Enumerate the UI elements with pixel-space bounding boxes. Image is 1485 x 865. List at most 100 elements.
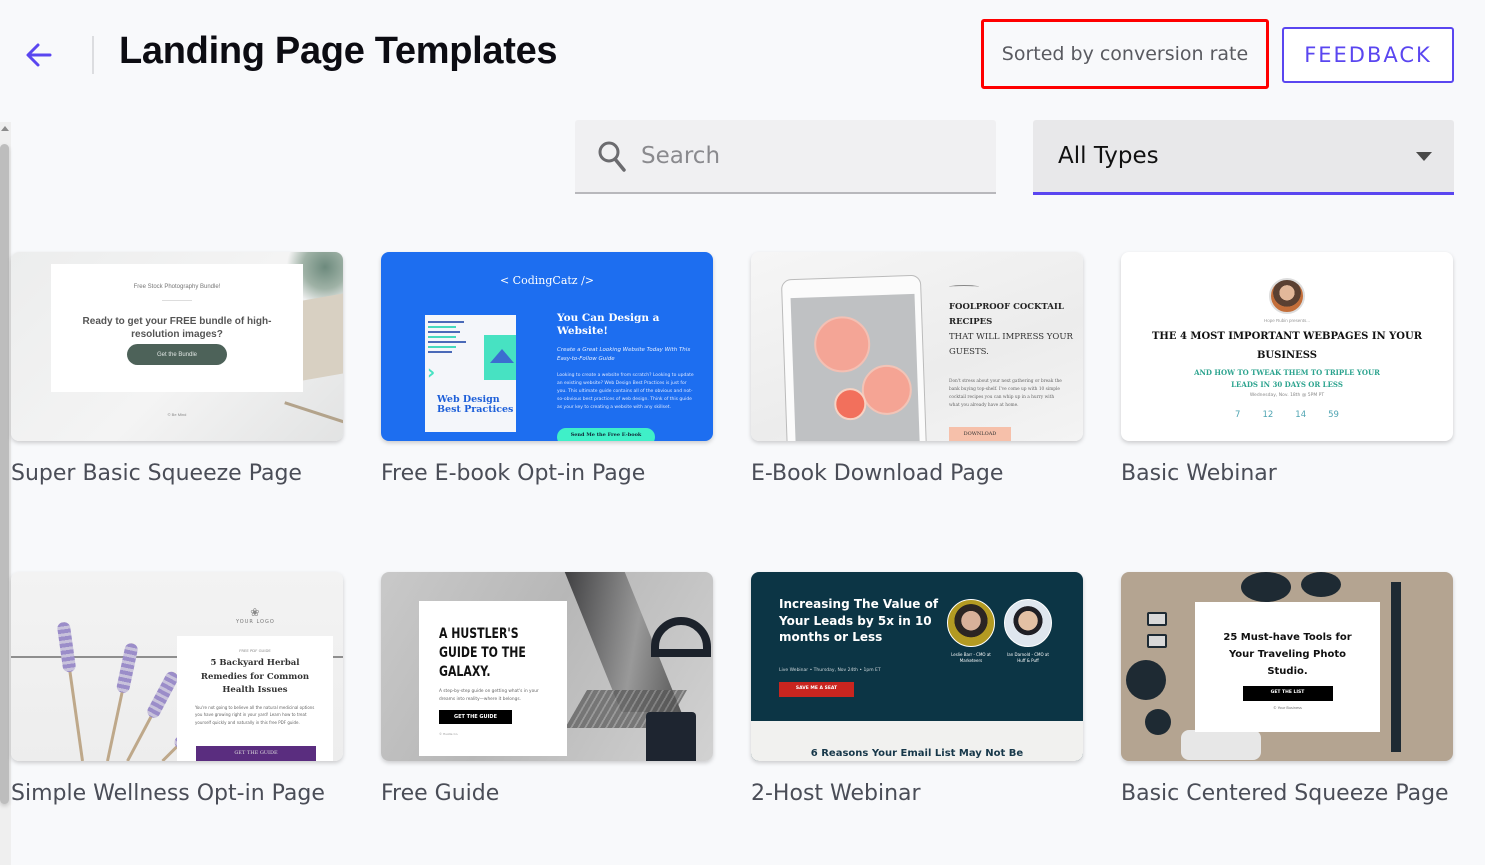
countdown-value: 12 [1262, 410, 1274, 420]
template-thumbnail[interactable]: ❀ YOUR LOGO FREE PDF GUIDE 5 Backyard Her… [11, 572, 343, 761]
template-thumbnail[interactable]: Increasing The Value of Your Leads by 5x… [751, 572, 1083, 761]
lens-cap-image [1145, 709, 1171, 735]
template-name[interactable]: 2-Host Webinar [751, 781, 921, 806]
preview-headline: THE 4 MOST IMPORTANT WEBPAGES IN YOUR BU… [1151, 331, 1423, 361]
preview-body: Don't stress about your next gathering o… [949, 379, 1062, 408]
preview-footer: © Be Mind [167, 412, 187, 417]
preview-footer: © Hustle Co. [439, 732, 459, 736]
preview-cta: Send Me the Free E-book [557, 428, 655, 441]
preview-headline: 25 Must-have Tools for Your Traveling Ph… [1223, 632, 1352, 677]
countdown-value: 59 [1328, 410, 1339, 420]
template-name[interactable]: Basic Webinar [1121, 461, 1277, 486]
header-divider [92, 36, 94, 74]
preview-cta: GET THE LIST [1242, 686, 1333, 701]
caret-down-icon [1416, 151, 1432, 161]
page-scrollbar[interactable] [0, 122, 11, 865]
countdown-value: 7 [1235, 410, 1241, 420]
preview-section-title: 6 Reasons Your Email List May Not Be [810, 748, 1024, 759]
template-thumbnail[interactable]: < CodingCatz /> › Web Design Best Practi… [381, 252, 713, 441]
preview-brand: < CodingCatz /> [499, 274, 595, 287]
back-button[interactable] [22, 38, 56, 72]
mug-image [646, 712, 696, 761]
scrollbar-thumb[interactable] [0, 144, 9, 804]
preview-kicker: Free Stock Photography Bundle! [133, 284, 221, 290]
preview-headline: Ready to get your FREE bundle of high-re… [82, 316, 272, 340]
preview-content-box: A HUSTLER'S GUIDE TO THE GALAXY. A step-… [419, 601, 567, 756]
lens-image [1241, 572, 1291, 602]
template-card[interactable]: A HUSTLER'S GUIDE TO THE GALAXY. A step-… [381, 572, 713, 806]
template-name[interactable]: Simple Wellness Opt-in Page [11, 781, 325, 806]
template-card[interactable]: Hope Rubin presents... THE 4 MOST IMPORT… [1121, 252, 1453, 486]
preview-cta: Get the Bundle [127, 344, 227, 365]
template-card[interactable]: Increasing The Value of Your Leads by 5x… [751, 572, 1083, 806]
preview-body: A step-by-step guide on getting what's i… [439, 689, 539, 702]
tablet-image [780, 274, 928, 441]
preview-headline: 5 Backyard Herbal Remedies for Common He… [200, 658, 310, 695]
stabilizer-image [1391, 582, 1401, 752]
preview-divider [162, 300, 192, 301]
preview-section: 6 Reasons Your Email List May Not Be [751, 721, 1083, 761]
lavender-decoration [61, 622, 84, 761]
camera-image [1147, 634, 1167, 648]
arrow-left-icon [26, 43, 52, 67]
template-card[interactable]: < CodingCatz /> › Web Design Best Practi… [381, 252, 713, 486]
preview-body: You're not going to believe all the natu… [195, 704, 315, 725]
preview-body: Looking to create a website from scratch… [557, 373, 694, 410]
host-name: Ian Darnold - CMO at Huff & Puff [1007, 652, 1049, 663]
preview-headline: You Can Design a Website! [557, 312, 660, 337]
preview-cta: DOWNLOAD [949, 427, 1011, 441]
lens-image [1126, 660, 1166, 700]
presenter-avatar [1269, 278, 1305, 314]
preview-headline: A HUSTLER'S GUIDE TO THE GALAXY. [439, 626, 526, 680]
preview-presenter: Hope Rubin presents... [1263, 318, 1311, 323]
template-card[interactable]: ❀ YOUR LOGO FREE PDF GUIDE 5 Backyard Her… [11, 572, 343, 806]
camera-image [1147, 612, 1167, 626]
preview-headline: Increasing The Value of Your Leads by 5x… [779, 597, 939, 644]
notebook-decoration [303, 293, 343, 381]
template-card[interactable]: 25 Must-have Tools for Your Traveling Ph… [1121, 572, 1453, 806]
template-name[interactable]: Free E-book Opt-in Page [381, 461, 645, 486]
template-thumbnail[interactable]: Free Stock Photography Bundle! Ready to … [11, 252, 343, 441]
preview-book-title: Web Design Best Practices [437, 394, 514, 415]
lotus-icon: ❀ [250, 606, 261, 619]
preview-headline: FOOLPROOF COCKTAIL RECIPES THAT WILL IMPR… [949, 302, 1073, 357]
template-name[interactable]: Free Guide [381, 781, 499, 806]
preview-content-box: Free Stock Photography Bundle! Ready to … [51, 264, 303, 392]
template-card[interactable]: Free Stock Photography Bundle! Ready to … [11, 252, 343, 486]
type-select[interactable]: All Types [1033, 120, 1454, 195]
ornament-icon [949, 285, 979, 289]
template-thumbnail[interactable]: A HUSTLER'S GUIDE TO THE GALAXY. A step-… [381, 572, 713, 761]
template-card[interactable]: FOOLPROOF COCKTAIL RECIPES THAT WILL IMPR… [751, 252, 1083, 486]
host-avatar [947, 599, 995, 647]
headphones-image [651, 617, 711, 657]
page-title: Landing Page Templates [119, 30, 558, 72]
search-field[interactable] [575, 120, 996, 194]
template-name[interactable]: Basic Centered Squeeze Page [1121, 781, 1449, 806]
type-select-value: All Types [1058, 143, 1159, 169]
preview-content-box: 25 Must-have Tools for Your Traveling Ph… [1195, 602, 1380, 732]
search-input[interactable] [641, 143, 961, 169]
preview-countdown: 7 12 14 59 [1121, 410, 1453, 420]
template-thumbnail[interactable]: Hope Rubin presents... THE 4 MOST IMPORT… [1121, 252, 1453, 441]
preview-content-box: FREE PDF GUIDE 5 Backyard Herbal Remedie… [177, 636, 333, 761]
lavender-decoration [126, 672, 176, 761]
lavender-decoration [106, 643, 134, 761]
preview-kicker: FREE PDF GUIDE [239, 648, 271, 653]
preview-logo: ❀ YOUR LOGO [236, 606, 275, 625]
scroll-up-arrow-icon[interactable] [0, 122, 10, 132]
host-avatar [1004, 599, 1052, 647]
preview-subheadline: Create a Great Looking Website Today Wit… [557, 347, 691, 362]
feedback-button[interactable]: FEEDBACK [1282, 27, 1454, 83]
preview-date: Wednesday, Nov. 18th @ 5PM PT [1249, 393, 1325, 398]
template-name[interactable]: Super Basic Squeeze Page [11, 461, 302, 486]
template-thumbnail[interactable]: 25 Must-have Tools for Your Traveling Ph… [1121, 572, 1453, 761]
template-thumbnail[interactable]: FOOLPROOF COCKTAIL RECIPES THAT WILL IMPR… [751, 252, 1083, 441]
preview-footer: © Your Business [1273, 706, 1302, 710]
sort-indicator: Sorted by conversion rate [981, 19, 1269, 89]
preview-meta: Live Webinar • Thursday, Nov 24th • 1pm … [779, 668, 881, 673]
host-name: Leslie Barr - CMO at Marketeers [951, 652, 991, 663]
countdown-value: 14 [1295, 410, 1307, 420]
preview-cta: GET THE GUIDE [196, 746, 316, 761]
preview-cta: GET THE GUIDE [439, 710, 512, 724]
template-name[interactable]: E-Book Download Page [751, 461, 1003, 486]
